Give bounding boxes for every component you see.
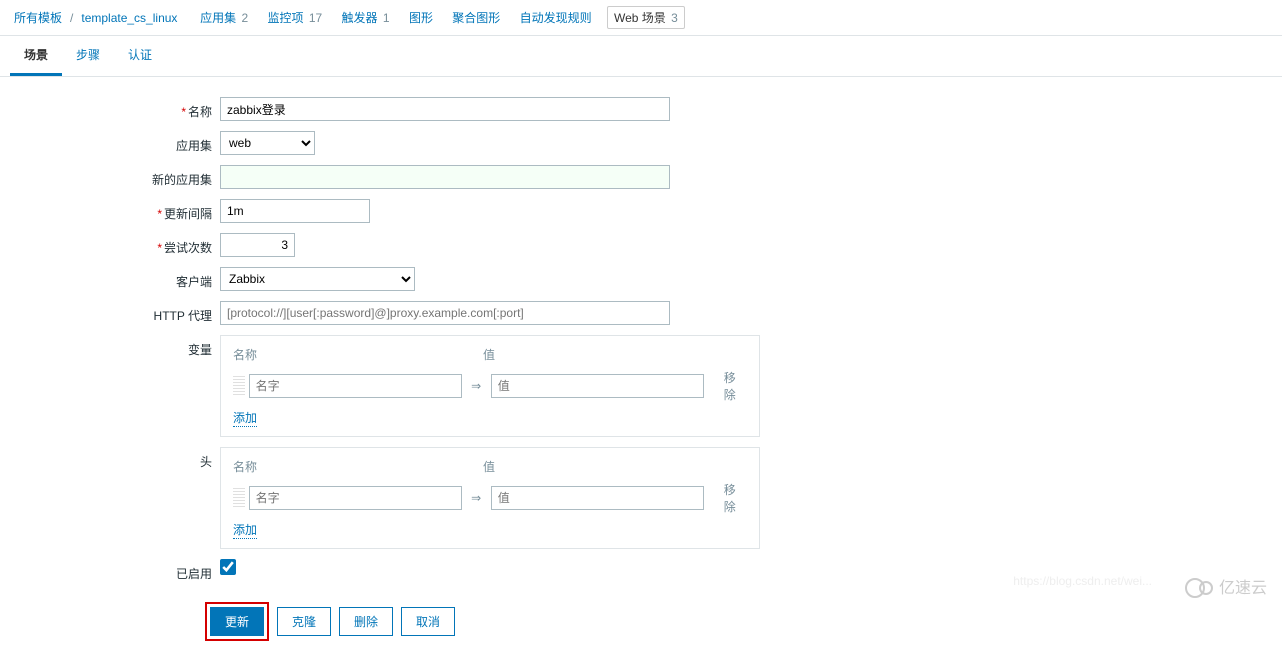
clone-button[interactable]: 克隆 (277, 607, 331, 636)
breadcrumb-triggers[interactable]: 触发器 1 (338, 7, 394, 28)
breadcrumb-discovery[interactable]: 自动发现规则 (516, 7, 596, 28)
breadcrumb-screens[interactable]: 聚合图形 (448, 7, 504, 28)
label-agent: 客户端 (0, 267, 220, 290)
agent-select[interactable]: Zabbix (220, 267, 415, 291)
drag-handle-icon[interactable] (233, 376, 245, 396)
breadcrumb-applications[interactable]: 应用集 2 (196, 7, 252, 28)
variable-value-input[interactable] (491, 374, 704, 398)
variable-remove-link[interactable]: 移除 (724, 369, 747, 403)
update-button[interactable]: 更新 (210, 607, 264, 636)
arrow-icon: ⇒ (462, 379, 491, 393)
variable-add-link[interactable]: 添加 (233, 411, 257, 427)
header-name-input[interactable] (249, 486, 462, 510)
cancel-button[interactable]: 取消 (401, 607, 455, 636)
label-variables: 变量 (0, 335, 220, 358)
drag-handle-icon[interactable] (233, 488, 245, 508)
breadcrumb-web-current: Web 场景 3 (607, 6, 685, 29)
header-col-name: 名称 (233, 458, 483, 475)
watermark: 亿速云 (1185, 574, 1267, 598)
label-newapp: 新的应用集 (0, 165, 220, 188)
breadcrumb-template[interactable]: template_cs_linux (77, 9, 181, 27)
delete-button[interactable]: 删除 (339, 607, 393, 636)
variables-panel: 名称 值 ⇒ 移除 添加 (220, 335, 760, 437)
tab-steps[interactable]: 步骤 (62, 36, 114, 76)
breadcrumb-items[interactable]: 监控项 17 (263, 7, 326, 28)
var-col-name: 名称 (233, 346, 483, 363)
variable-name-input[interactable] (249, 374, 462, 398)
breadcrumb-all-templates[interactable]: 所有模板 (10, 7, 66, 28)
header-remove-link[interactable]: 移除 (724, 481, 747, 515)
enabled-checkbox[interactable] (220, 559, 236, 575)
label-name: *名称 (0, 97, 220, 120)
tab-auth[interactable]: 认证 (114, 36, 166, 76)
header-add-link[interactable]: 添加 (233, 523, 257, 539)
tab-scenario[interactable]: 场景 (10, 36, 62, 76)
watermark-brand: 亿速云 (1219, 574, 1267, 598)
headers-panel: 名称 值 ⇒ 移除 添加 (220, 447, 760, 549)
label-app: 应用集 (0, 131, 220, 154)
header-col-value: 值 (483, 458, 495, 475)
breadcrumb-separator: / (70, 11, 73, 25)
header-value-input[interactable] (491, 486, 704, 510)
label-proxy: HTTP 代理 (0, 301, 220, 324)
watermark-logo-icon (1185, 576, 1213, 596)
arrow-icon: ⇒ (462, 491, 491, 505)
label-interval: *更新间隔 (0, 199, 220, 222)
breadcrumb-graphs[interactable]: 图形 (405, 7, 437, 28)
watermark-url: https://blog.csdn.net/wei... (1013, 574, 1152, 588)
var-col-value: 值 (483, 346, 495, 363)
interval-input[interactable] (220, 199, 370, 223)
label-headers: 头 (0, 447, 220, 470)
proxy-input[interactable] (220, 301, 670, 325)
breadcrumb: 所有模板 / template_cs_linux 应用集 2 监控项 17 触发… (0, 0, 1282, 36)
label-attempts: *尝试次数 (0, 233, 220, 256)
application-select[interactable]: web (220, 131, 315, 155)
name-input[interactable] (220, 97, 670, 121)
tabs: 场景 步骤 认证 (0, 36, 1282, 77)
attempts-input[interactable] (220, 233, 295, 257)
new-application-input[interactable] (220, 165, 670, 189)
label-enabled: 已启用 (0, 559, 220, 582)
